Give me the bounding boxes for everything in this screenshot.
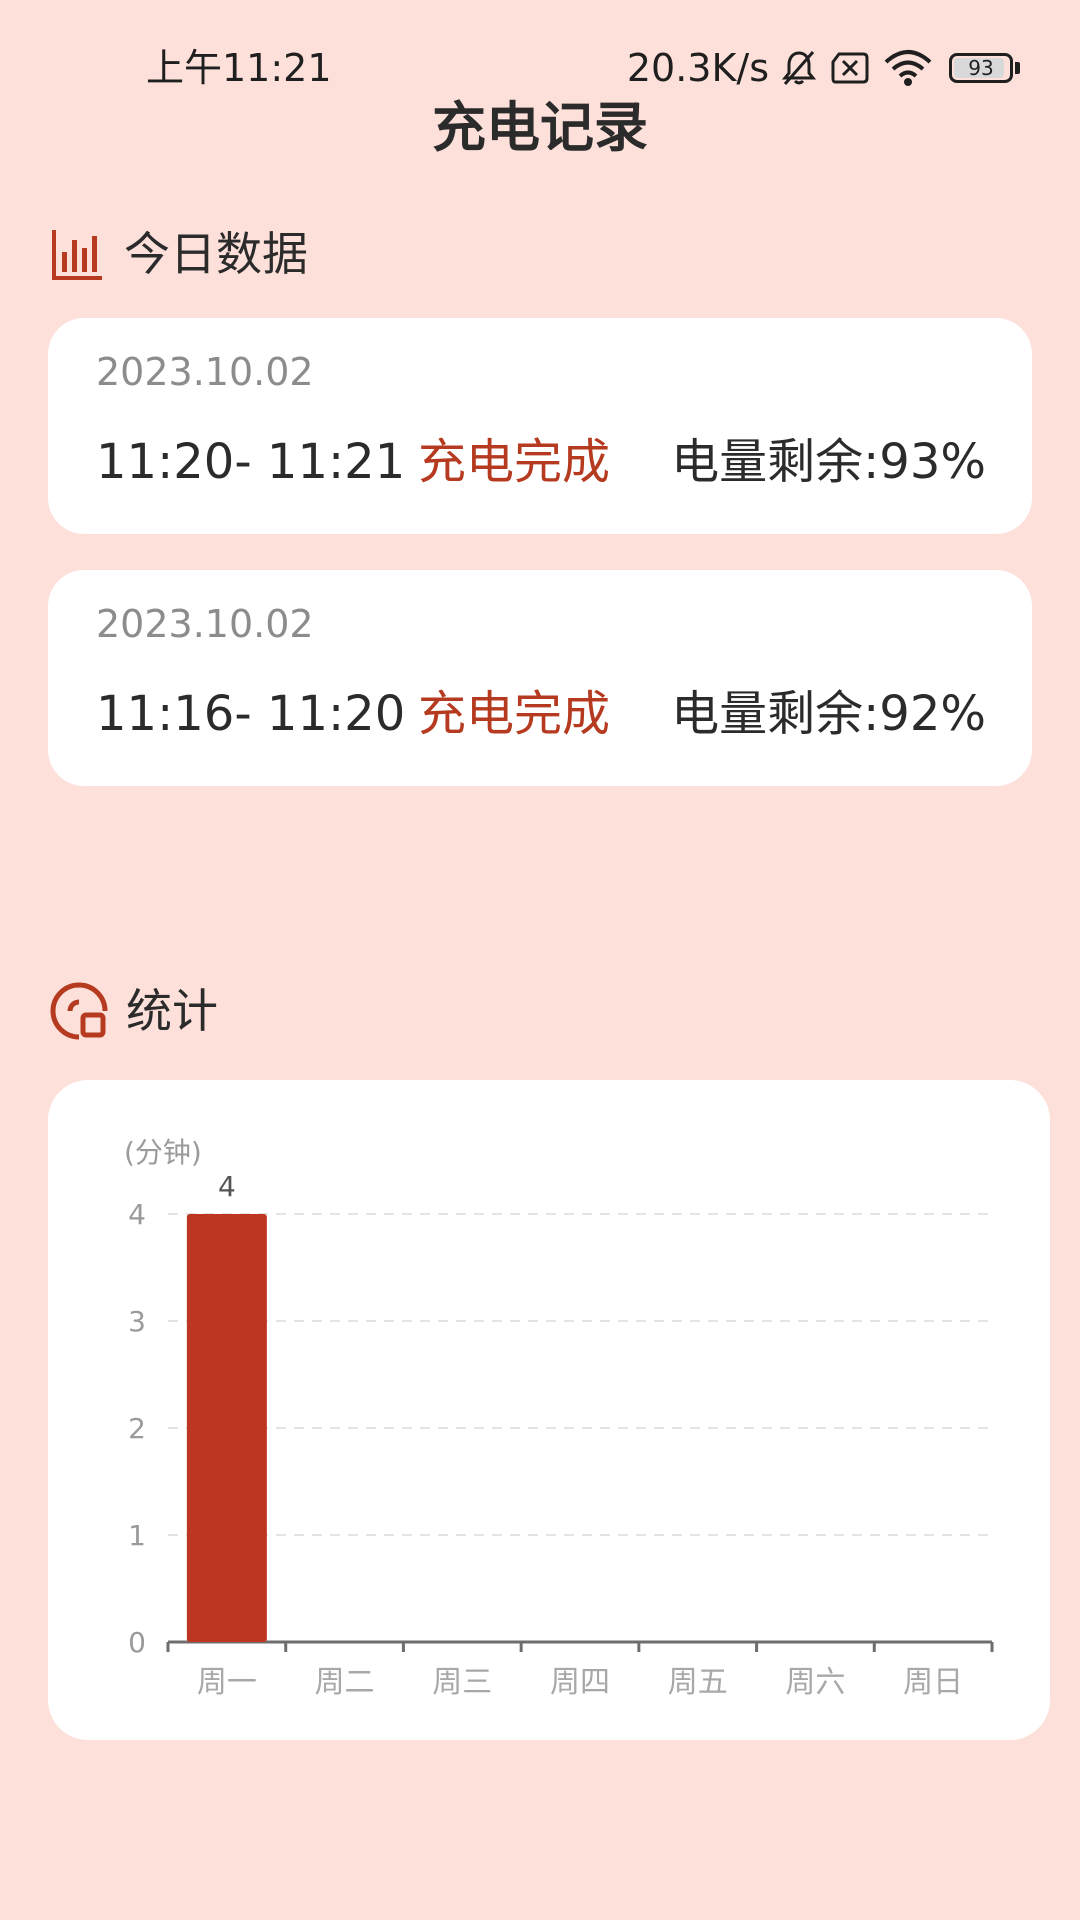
stats-overview-icon <box>50 982 108 1040</box>
sim-disabled-icon <box>831 52 869 84</box>
y-tick-label: 1 <box>128 1519 146 1552</box>
y-tick-label: 0 <box>128 1626 146 1659</box>
record-remaining: 电量剩余:92% <box>671 686 986 742</box>
x-tick-label: 周三 <box>432 1665 492 1700</box>
stats-section-header: 统计 <box>50 982 218 1040</box>
weekly-charge-chart: (分钟) 0 1 2 3 4 4 周一 周二 周三 周四 周五 周六 周日 <box>48 1080 1050 1740</box>
battery-indicator: 93 <box>949 53 1013 83</box>
status-icons: 20.3K/s 93 <box>627 40 1020 96</box>
stats-section-title: 统计 <box>126 984 218 1038</box>
x-tick-label: 周六 <box>785 1665 845 1700</box>
page-title: 充电记录 <box>432 96 648 159</box>
record-status: 充电完成 <box>418 686 611 742</box>
bar-chart-icon <box>52 230 102 280</box>
record-remaining: 电量剩余:93% <box>671 434 986 490</box>
x-tick-label: 周四 <box>550 1665 610 1700</box>
charge-record-card[interactable]: 2023.10.02 11:20- 11:21 充电完成 电量剩余:93% <box>48 318 1032 534</box>
x-tick-label: 周日 <box>903 1665 963 1700</box>
y-tick-label: 3 <box>128 1305 146 1338</box>
record-status: 充电完成 <box>418 434 611 490</box>
x-tick-label: 周二 <box>315 1665 375 1700</box>
network-speed: 20.3K/s <box>626 46 769 90</box>
y-axis-label: (分钟) <box>124 1136 202 1169</box>
battery-tip <box>1015 62 1020 74</box>
bar-chart: (分钟) 0 1 2 3 4 4 周一 周二 周三 周四 周五 周六 周日 <box>124 1136 994 1700</box>
charge-record-card[interactable]: 2023.10.02 11:16- 11:20 充电完成 电量剩余:92% <box>48 570 1032 786</box>
y-tick-label: 4 <box>128 1198 146 1231</box>
wifi-icon <box>884 50 932 86</box>
data-label: 4 <box>218 1170 236 1203</box>
x-tick-label: 周五 <box>668 1665 728 1700</box>
bell-muted-icon <box>781 51 817 85</box>
record-time-range: 11:16- 11:20 <box>96 686 406 742</box>
battery-level: 93 <box>968 56 994 80</box>
today-section-title: 今日数据 <box>124 227 308 281</box>
record-date: 2023.10.02 <box>96 602 314 646</box>
bar <box>186 1214 267 1642</box>
y-tick-label: 2 <box>128 1412 146 1445</box>
record-time-range: 11:20- 11:21 <box>96 434 406 490</box>
status-bar: 上午11:21 20.3K/s 93 <box>0 40 1080 96</box>
status-time: 上午11:21 <box>146 46 332 90</box>
today-section-header: 今日数据 <box>50 226 308 282</box>
record-date: 2023.10.02 <box>96 350 314 394</box>
x-tick-label: 周一 <box>197 1665 257 1700</box>
